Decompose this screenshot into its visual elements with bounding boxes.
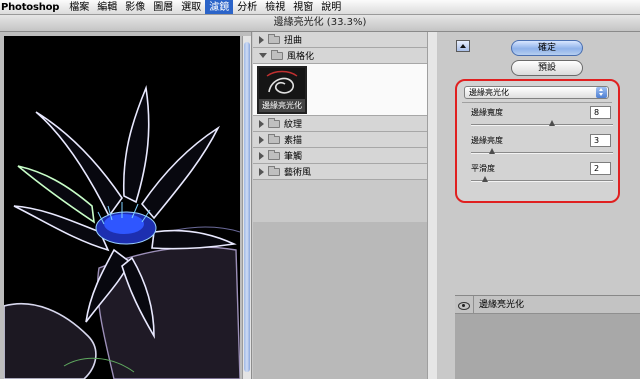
filter-settings-group: 邊緣亮光化 邊緣寬度 8 邊緣亮度 3 平滑度 2 xyxy=(455,79,620,203)
param-label: 平滑度 xyxy=(471,164,495,173)
app-name[interactable]: Photoshop xyxy=(0,2,65,13)
filter-list-scrollbar[interactable] xyxy=(427,32,437,379)
category-label: 藝術風 xyxy=(284,168,312,178)
param-smoothness: 平滑度 2 xyxy=(457,162,617,190)
param-value-input[interactable]: 3 xyxy=(590,134,611,147)
filter-select[interactable]: 邊緣亮光化 xyxy=(464,86,609,99)
window-title: 邊緣亮光化 (33.3%) xyxy=(0,15,640,32)
select-arrows-icon[interactable] xyxy=(596,87,607,98)
effect-layer-name: 邊緣亮光化 xyxy=(473,295,524,314)
category-artistic[interactable]: 藝術風 xyxy=(253,164,436,180)
disclosure-triangle-icon[interactable] xyxy=(259,53,267,58)
effect-layers-panel: 邊緣亮光化 xyxy=(455,295,640,379)
filter-gallery-list: 扭曲 風格化 邊緣亮光化 紋理 素描 筆觸 藝術風 xyxy=(253,32,437,379)
param-slider-knob[interactable] xyxy=(548,120,555,126)
folder-icon xyxy=(268,149,280,160)
effect-layer-row[interactable]: 邊緣亮光化 xyxy=(455,295,640,314)
menu-image[interactable]: 影像 xyxy=(121,0,149,14)
param-value-input[interactable]: 2 xyxy=(590,162,611,175)
menu-bar: Photoshop 檔案 編輯 影像 圖層 選取 濾鏡 分析 檢視 視窗 說明 xyxy=(0,0,640,15)
category-label: 風格化 xyxy=(287,52,315,62)
menu-help[interactable]: 說明 xyxy=(317,0,345,14)
preview-panel xyxy=(0,32,252,379)
divider xyxy=(462,102,612,103)
param-value-input[interactable]: 8 xyxy=(590,106,611,119)
folder-icon xyxy=(268,133,280,144)
ok-button[interactable]: 確定 xyxy=(511,40,583,56)
filter-thumb-glowing-edges[interactable]: 邊緣亮光化 xyxy=(257,66,307,114)
menu-view[interactable]: 檢視 xyxy=(261,0,289,14)
menu-window[interactable]: 視窗 xyxy=(289,0,317,14)
folder-icon xyxy=(268,165,280,176)
category-label: 扭曲 xyxy=(284,36,303,46)
disclosure-triangle-icon[interactable] xyxy=(259,167,264,176)
param-slider-track[interactable] xyxy=(471,180,613,182)
category-sketch[interactable]: 素描 xyxy=(253,132,436,148)
filter-thumb-image xyxy=(259,68,305,99)
param-edge-width: 邊緣寬度 8 xyxy=(457,106,617,134)
disclosure-triangle-icon[interactable] xyxy=(259,135,264,144)
menu-filter[interactable]: 濾鏡 xyxy=(205,0,234,14)
filter-thumb-label: 邊緣亮光化 xyxy=(259,99,305,112)
menu-layer[interactable]: 圖層 xyxy=(149,0,177,14)
default-button[interactable]: 預設 xyxy=(511,60,583,76)
preview-scroll-thumb[interactable] xyxy=(244,42,250,372)
category-stylize[interactable]: 風格化 xyxy=(253,48,436,64)
disclosure-triangle-icon[interactable] xyxy=(259,151,264,160)
category-label: 筆觸 xyxy=(284,152,303,162)
menu-select[interactable]: 選取 xyxy=(177,0,205,14)
param-label: 邊緣亮度 xyxy=(471,136,503,145)
param-slider-track[interactable] xyxy=(471,124,613,126)
category-distort[interactable]: 扭曲 xyxy=(253,32,436,48)
param-label: 邊緣寬度 xyxy=(471,108,503,117)
menu-edit[interactable]: 編輯 xyxy=(93,0,121,14)
category-brush-strokes[interactable]: 筆觸 xyxy=(253,148,436,164)
param-slider-knob[interactable] xyxy=(482,176,489,182)
disclosure-triangle-icon[interactable] xyxy=(259,35,264,44)
preview-image[interactable] xyxy=(4,36,240,379)
settings-panel: 確定 預設 邊緣亮光化 邊緣寬度 8 邊緣亮度 3 平滑度 2 邊緣亮光化 xyxy=(438,32,640,379)
category-label: 紋理 xyxy=(284,120,303,130)
menu-analysis[interactable]: 分析 xyxy=(233,0,261,14)
category-texture[interactable]: 紋理 xyxy=(253,116,436,132)
collapse-gallery-button[interactable] xyxy=(456,40,470,52)
filter-thumbnails: 邊緣亮光化 xyxy=(253,64,436,116)
folder-icon xyxy=(271,49,283,60)
param-edge-brightness: 邊緣亮度 3 xyxy=(457,134,617,162)
preview-scrollbar[interactable] xyxy=(242,36,251,379)
filter-select-value: 邊緣亮光化 xyxy=(469,88,509,97)
list-empty-area xyxy=(253,222,437,379)
folder-icon xyxy=(268,117,280,128)
param-slider-knob[interactable] xyxy=(489,148,496,154)
category-label: 素描 xyxy=(284,136,303,146)
disclosure-triangle-icon[interactable] xyxy=(259,119,264,128)
folder-icon xyxy=(268,33,280,44)
eye-icon[interactable] xyxy=(458,300,470,310)
menu-file[interactable]: 檔案 xyxy=(65,0,93,14)
